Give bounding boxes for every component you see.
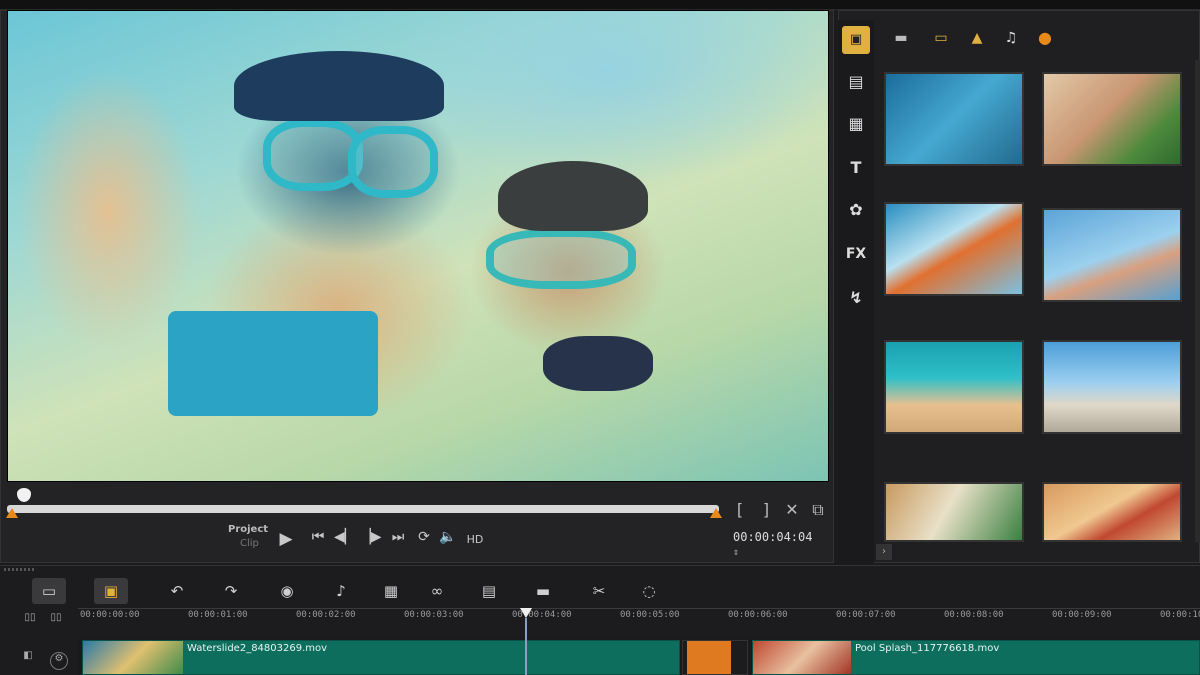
split-audio-icon[interactable]: ✂ bbox=[582, 578, 616, 604]
project-mode-label[interactable]: Project bbox=[228, 524, 268, 535]
add-track-icon[interactable]: ▯▯ bbox=[46, 612, 66, 628]
sound-mixer-icon[interactable]: ♪ bbox=[324, 578, 358, 604]
path-icon[interactable]: ↯ bbox=[842, 284, 870, 312]
window-top-bar bbox=[0, 0, 1200, 15]
scrub-bar[interactable] bbox=[7, 505, 719, 513]
track-manager-icon[interactable]: ▯▯ bbox=[20, 612, 40, 628]
undo-icon[interactable]: ↶ bbox=[160, 578, 194, 604]
ruler-label: 00:00:02:00 bbox=[296, 610, 356, 620]
timeline-clip[interactable]: Pool Splash_117776618.mov bbox=[752, 640, 1200, 675]
transition-clip[interactable] bbox=[682, 640, 748, 675]
record-capture-icon[interactable]: ◉ bbox=[270, 578, 304, 604]
music-filter-icon[interactable]: ♫ bbox=[998, 26, 1024, 50]
transition-thumbnail bbox=[687, 641, 731, 674]
thumbnail-2[interactable] bbox=[1042, 72, 1182, 166]
track-visibility-icon[interactable]: ◧ bbox=[18, 650, 38, 666]
timeline-grip[interactable] bbox=[4, 568, 34, 571]
thumbnail-8[interactable] bbox=[1042, 482, 1182, 542]
storyboard-view-icon[interactable]: ▭ bbox=[32, 578, 66, 604]
subtitle-editor-icon[interactable]: ▤ bbox=[472, 578, 506, 604]
thumbnail-3[interactable] bbox=[884, 202, 1024, 296]
video-editor-window: [ ] ✕ ⧉ Project Clip ▶ ⏮ ◀▏ ▕▶ ⏭ ⟳ 🔈 HD … bbox=[0, 0, 1200, 675]
thumbnail-5[interactable] bbox=[884, 340, 1024, 434]
clip-thumbnail bbox=[753, 641, 851, 674]
thumbnail-6[interactable] bbox=[1042, 340, 1182, 434]
hd-preview-button[interactable]: HD bbox=[462, 529, 488, 551]
child-hair bbox=[234, 51, 444, 121]
title-icon[interactable]: T bbox=[842, 154, 870, 182]
video-track-icon[interactable]: ⚙ bbox=[50, 652, 68, 670]
copy-icon[interactable]: ⧉ bbox=[808, 500, 828, 520]
instant-project-icon[interactable]: ▤ bbox=[842, 68, 870, 96]
man-snorkel bbox=[543, 336, 653, 391]
more-options-icon[interactable]: ● bbox=[1032, 26, 1058, 50]
link-icon[interactable]: ∞ bbox=[420, 578, 454, 604]
play-icon[interactable]: ▶ bbox=[276, 529, 296, 551]
timeline-playhead[interactable] bbox=[520, 608, 532, 618]
ruler-label: 00:00:06:00 bbox=[728, 610, 788, 620]
ruler-label: 00:00:10:00 bbox=[1160, 610, 1200, 620]
ruler-label: 00:00:09:00 bbox=[1052, 610, 1112, 620]
ruler-label: 00:00:07:00 bbox=[836, 610, 896, 620]
ruler-label: 00:00:03:00 bbox=[404, 610, 464, 620]
clip-label: Pool Splash_117776618.mov bbox=[855, 643, 1000, 654]
trim-end-handle[interactable] bbox=[710, 508, 722, 518]
timecode-stepper-icon[interactable]: ⇕ bbox=[733, 547, 739, 558]
clip-thumbnail bbox=[83, 641, 183, 674]
go-to-end-icon[interactable]: ⏭ bbox=[388, 529, 408, 551]
playhead-line bbox=[525, 618, 527, 675]
video-filter-icon[interactable]: ▭ bbox=[928, 26, 954, 50]
clip-mode-label[interactable]: Clip bbox=[240, 538, 259, 549]
ruler-label: 00:00:08:00 bbox=[944, 610, 1004, 620]
expand-library-icon[interactable]: › bbox=[876, 544, 892, 560]
repeat-icon[interactable]: ⟳ bbox=[414, 529, 434, 551]
child-goggle-right bbox=[348, 126, 438, 198]
fx-filter-icon[interactable]: FX bbox=[842, 240, 870, 268]
trim-start-handle[interactable] bbox=[6, 508, 18, 518]
timeline-clip[interactable]: Waterslide2_84803269.mov bbox=[82, 640, 680, 675]
library-scrollbar[interactable] bbox=[1195, 60, 1200, 542]
time-remapping-icon[interactable]: ◌ bbox=[632, 578, 666, 604]
split-clip-icon[interactable]: ✕ bbox=[782, 500, 802, 519]
video-preview[interactable] bbox=[7, 10, 829, 482]
swim-trunks bbox=[168, 311, 378, 416]
media-thumbnail-grid bbox=[876, 60, 1196, 542]
volume-icon[interactable]: 🔈 bbox=[438, 529, 458, 551]
thumbnail-4[interactable] bbox=[1042, 208, 1182, 302]
photo-filter-icon[interactable]: ▲ bbox=[964, 26, 990, 50]
graphics-icon[interactable]: ✿ bbox=[842, 196, 870, 224]
clip-label: Waterslide2_84803269.mov bbox=[187, 643, 328, 654]
thumbnail-1[interactable] bbox=[884, 72, 1024, 166]
thumbnail-7[interactable] bbox=[884, 482, 1024, 542]
mark-out-button[interactable]: ] bbox=[756, 500, 776, 519]
ruler-label: 00:00:01:00 bbox=[188, 610, 248, 620]
go-to-start-icon[interactable]: ⏮ bbox=[308, 529, 328, 551]
multi-camera-icon[interactable]: ▬ bbox=[526, 578, 560, 604]
mark-in-button[interactable]: [ bbox=[730, 500, 750, 519]
man-goggle bbox=[486, 229, 636, 289]
redo-icon[interactable]: ↷ bbox=[214, 578, 248, 604]
folder-icon[interactable]: ▬ bbox=[888, 26, 914, 50]
template-icon[interactable]: ▦ bbox=[842, 110, 870, 138]
next-frame-icon[interactable]: ▕▶ bbox=[360, 529, 382, 551]
ruler-label: 00:00:00:00 bbox=[80, 610, 140, 620]
library-tabs: ▬ ▭ ▲ ♫ ● bbox=[880, 22, 1200, 52]
timecode-display[interactable]: 00:00:04:04 ⇕ bbox=[733, 530, 825, 558]
man-hair bbox=[498, 161, 648, 231]
previous-frame-icon[interactable]: ◀▏ bbox=[334, 529, 356, 551]
timeline-view-icon[interactable]: ▣ bbox=[94, 578, 128, 604]
ruler-label: 00:00:05:00 bbox=[620, 610, 680, 620]
motion-tracking-icon[interactable]: ▦ bbox=[374, 578, 408, 604]
timecode-value: 00:00:04:04 bbox=[733, 530, 813, 544]
media-icon[interactable]: ▣ bbox=[842, 26, 870, 54]
